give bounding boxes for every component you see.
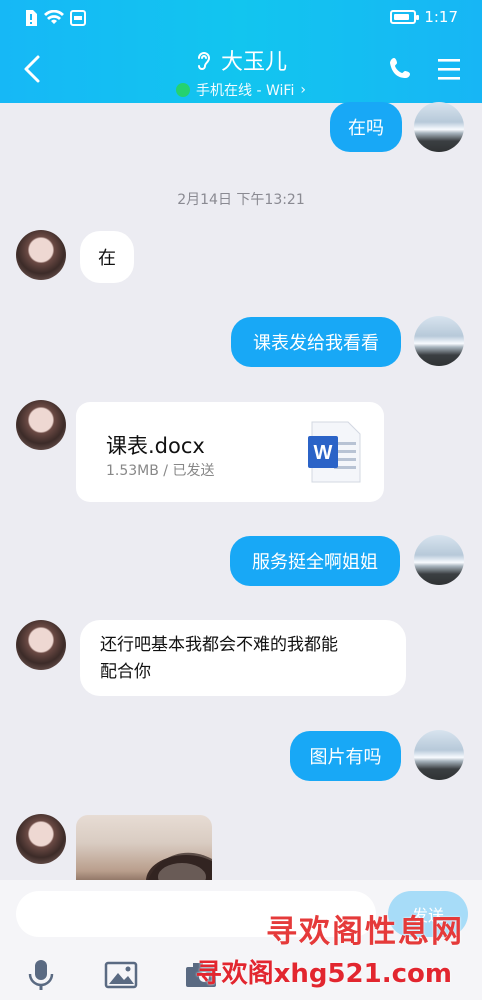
image-icon[interactable] [104, 958, 138, 992]
watermark-line1: 寻欢阁性息网 [266, 914, 464, 950]
file-meta: 1.53MB / 已发送 [106, 463, 215, 479]
battery-fill [394, 14, 409, 20]
online-status[interactable]: 手机在线 - WiFi › [176, 80, 306, 100]
bubble-me[interactable]: 图片有吗 [290, 731, 401, 781]
bubble-contact[interactable]: 还行吧基本我都会不难的我都能 配合你 [80, 620, 406, 696]
avatar-contact[interactable] [16, 400, 66, 450]
file-name: 课表.docx [106, 434, 205, 458]
status-bar: 1:17 [0, 0, 482, 36]
sim-alert-icon [26, 10, 37, 26]
status-icons-left [24, 9, 86, 27]
bubble-me[interactable]: 课表发给我看看 [231, 317, 401, 367]
bubble-line: 配合你 [100, 662, 151, 682]
photo-content [146, 852, 212, 885]
menu-icon[interactable] [436, 56, 462, 82]
status-time: 1:17 [424, 8, 458, 26]
status-icons-right: 1:17 [390, 8, 458, 26]
bubble-contact[interactable]: 在 [80, 231, 134, 283]
avatar-me[interactable] [414, 730, 464, 780]
hd-icon [70, 10, 86, 26]
word-document-icon: W [308, 421, 361, 483]
wifi-icon [44, 10, 64, 24]
avatar-me[interactable] [414, 535, 464, 585]
avatar-contact[interactable] [16, 620, 66, 670]
bubble-me[interactable]: 服务挺全啊姐姐 [230, 536, 400, 586]
avatar-contact[interactable] [16, 230, 66, 280]
message-timestamp: 2月14日 下午13:21 [177, 192, 305, 208]
battery-icon [390, 10, 420, 24]
contact-name: 大玉儿 [220, 50, 287, 75]
mic-icon[interactable] [24, 958, 58, 992]
word-icon-letter: W [314, 442, 333, 464]
avatar-contact[interactable] [16, 814, 66, 864]
chevron-right-icon: › [300, 82, 306, 98]
avatar-me[interactable] [414, 102, 464, 152]
avatar-me[interactable] [414, 316, 464, 366]
bubble-me[interactable]: 在吗 [330, 102, 402, 152]
phone-icon[interactable] [388, 56, 414, 82]
file-card[interactable]: 课表.docx 1.53MB / 已发送 W [76, 402, 384, 502]
online-status-text: 手机在线 - WiFi [196, 83, 295, 99]
online-dot-icon [176, 83, 191, 97]
contact-title[interactable]: 大玉儿 [195, 44, 287, 76]
bubble-line: 还行吧基本我都会不难的我都能 [100, 635, 338, 655]
watermark-line2: 寻欢阁xhg521.com [195, 959, 452, 989]
chat-header: 1:17 大玉儿 手机在线 - WiFi › [0, 0, 482, 103]
photo-message[interactable] [76, 815, 212, 885]
ear-icon [197, 52, 210, 70]
